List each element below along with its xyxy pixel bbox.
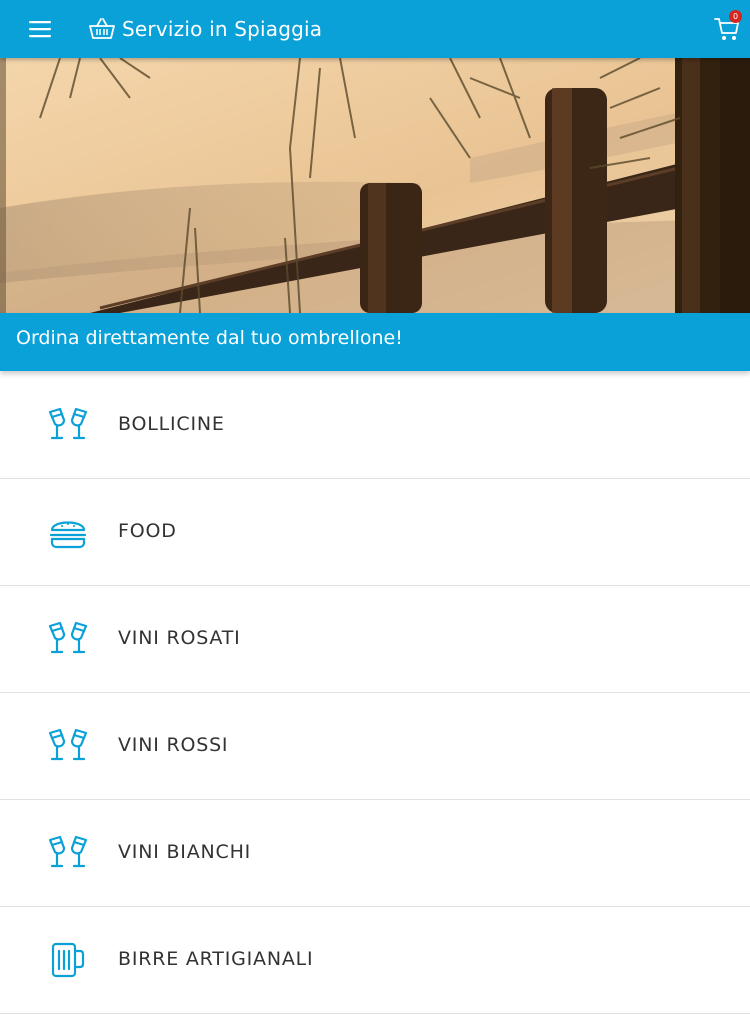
wine-glasses-toast-icon [48, 621, 88, 654]
wine-glasses-toast-icon [48, 728, 88, 761]
cart-button[interactable]: 0 [712, 10, 746, 46]
category-item-vini-rosati[interactable]: VINI ROSATI [0, 586, 750, 693]
cart-count-badge: 0 [729, 10, 742, 23]
category-label: BOLLICINE [118, 413, 225, 435]
wine-glasses-toast-icon [48, 407, 88, 440]
category-item-vini-rossi[interactable]: VINI ROSSI [0, 693, 750, 800]
hamburger-menu-icon [29, 21, 51, 38]
category-label: BIRRE ARTIGIANALI [118, 948, 314, 970]
menu-button[interactable] [22, 14, 58, 44]
hero-image [0, 58, 750, 313]
category-item-birre-artigianali[interactable]: BIRRE ARTIGIANALI [0, 907, 750, 1014]
burger-icon [49, 521, 87, 549]
wine-glasses-toast-icon [48, 835, 88, 868]
banner-text: Ordina direttamente dal tuo ombrellone! [16, 327, 403, 349]
category-label: VINI BIANCHI [118, 841, 252, 863]
app-header: Servizio in Spiaggia 0 [0, 0, 750, 58]
app-title[interactable]: Servizio in Spiaggia [88, 14, 322, 44]
category-item-food[interactable]: FOOD [0, 479, 750, 586]
category-label: FOOD [118, 520, 177, 542]
category-label: VINI ROSSI [118, 734, 229, 756]
category-label: VINI ROSATI [118, 627, 241, 649]
promo-banner: Ordina direttamente dal tuo ombrellone! [0, 313, 750, 371]
category-list: BOLLICINE FOOD VINI ROSATI VINI ROSSI VI… [0, 372, 750, 1014]
beer-mug-icon [51, 942, 85, 978]
app-title-text: Servizio in Spiaggia [122, 17, 323, 41]
category-item-vini-bianchi[interactable]: VINI BIANCHI [0, 800, 750, 907]
beach-photo [0, 58, 750, 313]
category-item-bollicine[interactable]: BOLLICINE [0, 372, 750, 479]
basket-icon [89, 18, 115, 39]
